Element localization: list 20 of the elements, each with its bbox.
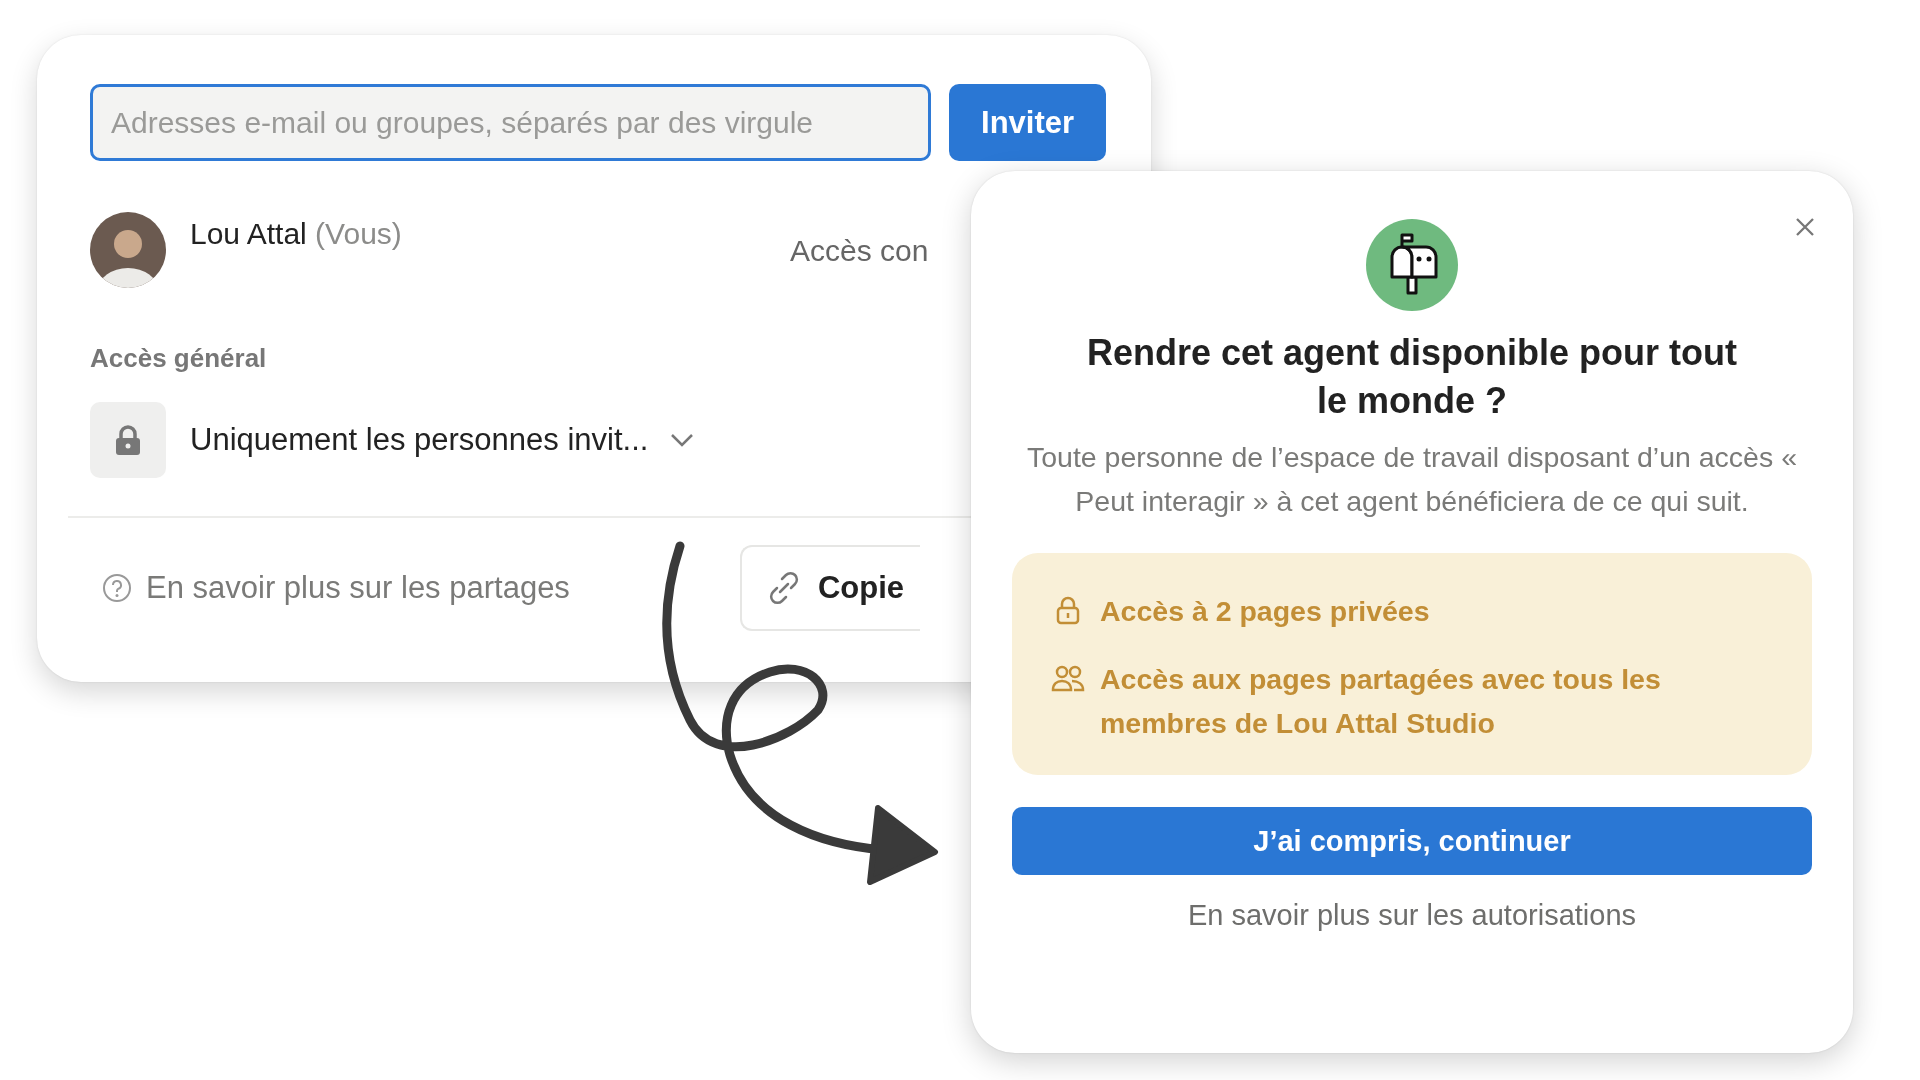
dialog-description: Toute personne de l’espace de travail disposant d’un accès « Peut interagir » à cet agent bénéficiera de ce qui suit. — [1026, 440, 1798, 519]
chevron-down-icon — [670, 433, 695, 447]
mailbox-icon — [1366, 219, 1458, 311]
access-level: Accès con — [790, 234, 929, 268]
access-dropdown[interactable]: Uniquement les personnes invit... — [190, 422, 649, 458]
dialog-title: Rendre cet agent disponible pour tout le monde ? — [1086, 331, 1738, 423]
member-name: Lou Attal (Vous) — [190, 217, 403, 251]
section-heading: Accès général — [90, 343, 267, 374]
lock-icon — [1055, 595, 1081, 625]
copy-link-button[interactable]: Copie — [739, 545, 920, 631]
people-icon — [1051, 663, 1085, 693]
learn-more-link[interactable]: En savoir plus sur les partages — [102, 570, 570, 606]
invite-button[interactable]: Inviter — [949, 84, 1106, 161]
lock-icon — [90, 402, 166, 478]
notice-text: Accès aux pages partagées avec tous les membres de Lou Attal Studio — [1100, 662, 1662, 741]
notice-text: Accès à 2 pages privées — [1100, 594, 1431, 629]
help-icon — [102, 573, 132, 603]
confirm-button[interactable]: J’ai compris, continuer — [1012, 807, 1812, 875]
learn-more-link[interactable]: En savoir plus sur les autorisations — [1187, 899, 1637, 932]
invite-email-field[interactable]: Adresses e-mail ou groupes, séparés par des virgule — [90, 84, 932, 161]
